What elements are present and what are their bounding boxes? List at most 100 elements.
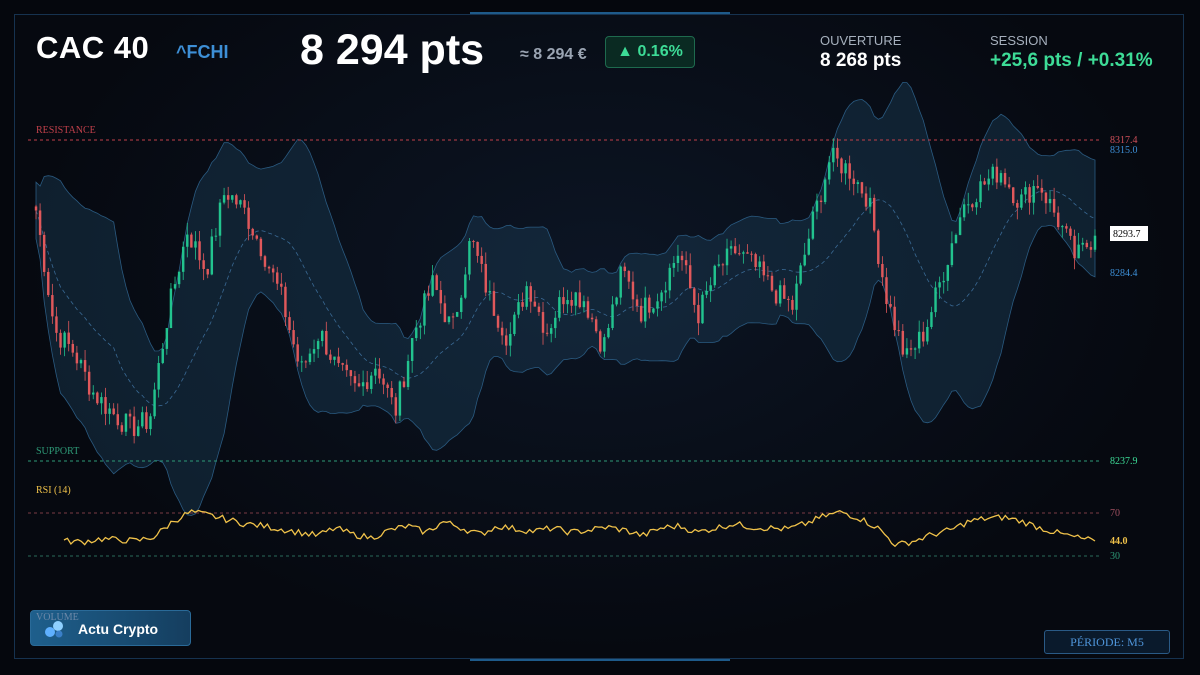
candle — [545, 332, 549, 334]
candle — [611, 304, 614, 328]
candle — [991, 166, 995, 179]
candle — [627, 271, 631, 282]
candle — [603, 337, 606, 352]
candle — [660, 292, 663, 302]
candle — [922, 331, 925, 342]
candle — [1036, 186, 1039, 188]
volume-label: VOLUME — [36, 612, 79, 623]
candle — [574, 292, 577, 306]
candle — [87, 371, 91, 395]
candle — [607, 327, 610, 338]
candle — [1061, 226, 1064, 228]
candle — [276, 272, 279, 284]
candle — [1077, 244, 1080, 259]
candle — [378, 368, 381, 379]
candle — [132, 416, 136, 436]
candle — [844, 163, 847, 174]
candle — [386, 384, 389, 388]
candle — [975, 202, 978, 208]
support-value: 8237.9 — [1110, 456, 1138, 467]
rsi-70-label: 70 — [1110, 508, 1120, 519]
candle — [807, 238, 811, 255]
candle — [464, 274, 467, 298]
candle — [521, 302, 524, 307]
candle — [325, 330, 328, 355]
candle — [1020, 194, 1023, 208]
candle — [218, 202, 222, 236]
candle — [370, 375, 373, 389]
candle — [566, 300, 569, 305]
candle — [415, 327, 418, 339]
candle — [934, 287, 937, 313]
brand-name: Actu Crypto — [78, 621, 159, 637]
candle — [599, 331, 602, 352]
candle — [954, 234, 958, 244]
candle — [1028, 187, 1031, 203]
candle — [926, 326, 929, 342]
candle — [194, 241, 197, 248]
candle — [423, 293, 426, 326]
candle — [549, 328, 553, 334]
candle — [427, 293, 430, 296]
candle — [889, 304, 892, 307]
candle — [848, 163, 851, 179]
candle — [967, 204, 970, 206]
candle — [443, 303, 447, 323]
candle — [288, 317, 291, 331]
candle — [999, 173, 1003, 183]
candle — [124, 413, 128, 432]
candle — [361, 382, 365, 387]
candle — [554, 317, 557, 329]
candle — [750, 253, 753, 255]
candle — [226, 195, 230, 200]
resistance-label: RESISTANCE — [36, 125, 96, 136]
candle — [930, 312, 933, 327]
candle — [795, 283, 798, 310]
candle — [697, 304, 700, 324]
candle — [582, 301, 586, 308]
candle — [431, 275, 434, 296]
candle — [766, 275, 770, 277]
candle — [705, 290, 708, 295]
candle — [394, 397, 398, 416]
candle — [644, 297, 647, 322]
candle — [145, 412, 148, 430]
candle — [239, 200, 242, 205]
candle — [206, 268, 209, 275]
candle — [958, 217, 962, 235]
candle — [938, 282, 941, 288]
candle — [484, 263, 487, 293]
candle — [419, 325, 422, 328]
candle — [680, 255, 684, 261]
candle — [169, 288, 173, 329]
candle — [267, 266, 271, 269]
candle — [652, 308, 655, 313]
candle — [783, 285, 786, 299]
candle — [570, 300, 573, 306]
candle — [247, 207, 250, 229]
candle — [316, 341, 320, 350]
candle — [42, 234, 46, 272]
candle — [55, 316, 58, 333]
candle — [455, 311, 459, 317]
candle — [1081, 242, 1084, 245]
candle — [615, 297, 618, 305]
candle — [648, 297, 651, 313]
candle — [341, 363, 344, 365]
candle — [983, 181, 986, 185]
candle — [349, 370, 353, 377]
candle — [79, 360, 83, 364]
candle — [320, 330, 324, 342]
candle — [251, 228, 254, 236]
candle — [852, 178, 855, 185]
candle — [823, 179, 827, 203]
period-selector[interactable]: PÉRIODE: M5 — [1044, 630, 1170, 654]
candle — [468, 241, 471, 275]
candle — [836, 147, 839, 159]
candle — [672, 263, 676, 268]
candle — [811, 211, 815, 239]
price-chart: 8293.7 8317.4 8315.0 8284.4 8237.9 70 44… — [28, 81, 1148, 562]
candle — [496, 315, 500, 328]
rsi-30-label: 30 — [1110, 551, 1120, 562]
candle — [141, 412, 144, 427]
